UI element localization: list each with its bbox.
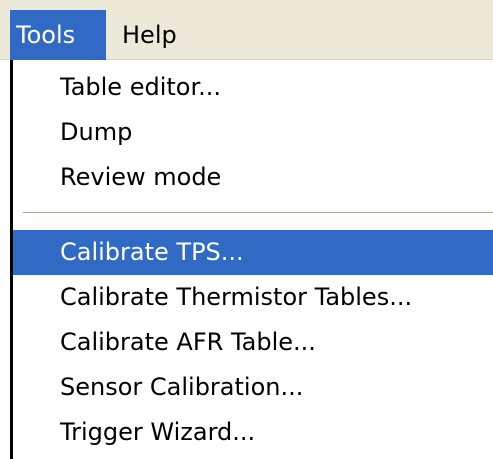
tools-dropdown-menu: Table editor... Dump Review mode Calibra… [10, 60, 493, 459]
menu-bar: Tools Help [0, 0, 493, 60]
menu-item-calibrate-afr-table[interactable]: Calibrate AFR Table... [13, 320, 493, 365]
menu-tools[interactable]: Tools [10, 10, 106, 60]
menu-item-dump[interactable]: Dump [13, 110, 493, 155]
menu-item-calibrate-thermistor-tables[interactable]: Calibrate Thermistor Tables... [13, 275, 493, 320]
menu-item-trigger-wizard[interactable]: Trigger Wizard... [13, 410, 493, 455]
menu-help[interactable]: Help [122, 10, 212, 60]
menu-item-review-mode[interactable]: Review mode [13, 155, 493, 200]
menu-item-calibrate-tps[interactable]: Calibrate TPS... [13, 230, 493, 275]
menu-separator [23, 212, 493, 214]
menu-item-table-editor[interactable]: Table editor... [13, 65, 493, 110]
menu-item-sensor-calibration[interactable]: Sensor Calibration... [13, 365, 493, 410]
